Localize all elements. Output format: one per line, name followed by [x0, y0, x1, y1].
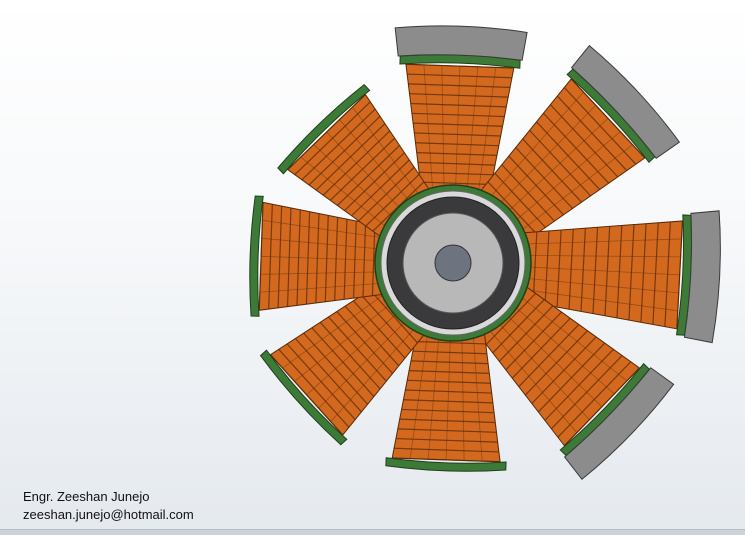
author-name: Engr. Zeeshan Junejo [23, 489, 150, 504]
rotor-hub [374, 184, 532, 342]
cad-viewport[interactable]: Engr. Zeeshan Junejo zeeshan.junejo@hotm… [0, 0, 745, 535]
author-email: zeeshan.junejo@hotmail.com [23, 507, 194, 522]
magnet-shoe [394, 25, 528, 61]
status-strip [0, 529, 745, 535]
motor-stator-model [249, 25, 721, 480]
shaft [434, 244, 472, 282]
